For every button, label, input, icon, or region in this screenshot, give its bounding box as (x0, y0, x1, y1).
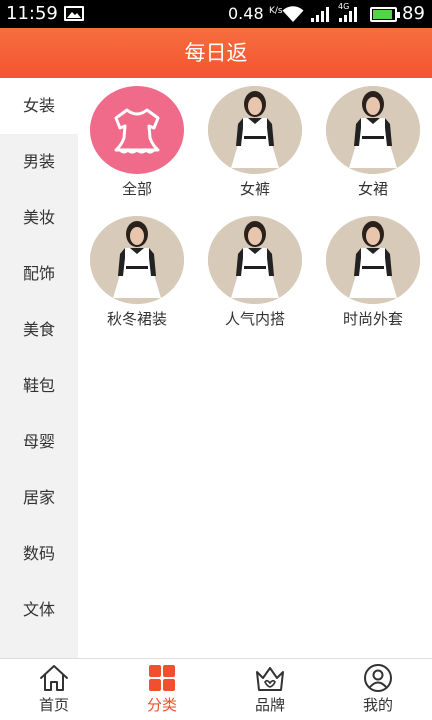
wifi-icon (282, 6, 304, 22)
category-label: 女裙 (357, 180, 388, 198)
network-speed-unit: K/s (269, 6, 283, 16)
signal-icon (339, 7, 357, 22)
model-photo (326, 86, 420, 174)
sidebar-item-shoes-bags[interactable]: 鞋包 (0, 358, 78, 414)
category-sidebar: 女装 男装 美妆 配饰 美食 鞋包 母婴 居家 数码 文体 (0, 78, 78, 658)
category-label: 时尚外套 (342, 310, 403, 328)
image-icon (64, 6, 84, 21)
model-photo (208, 86, 302, 174)
sidebar-item-accessories[interactable]: 配饰 (0, 246, 78, 302)
category-grid: 全部 女裤 女裙 秋冬裙装 人气内搭 时尚外套 (78, 78, 432, 658)
sidebar-item-beauty[interactable]: 美妆 (0, 190, 78, 246)
battery-level (373, 10, 392, 19)
category-label: 全部 (121, 180, 152, 198)
nav-home[interactable]: 首页 (0, 659, 108, 720)
page-title: 每日返 (184, 41, 248, 65)
sidebar-item-baby[interactable]: 母婴 (0, 414, 78, 470)
nav-profile-label: 我的 (362, 696, 393, 714)
category-women-skirts[interactable]: 女裙 (314, 78, 432, 203)
crown-icon (256, 667, 284, 691)
battery-percent: 89 (402, 3, 425, 24)
header: 每日返 (0, 28, 432, 78)
nav-category[interactable]: 分类 (108, 659, 216, 720)
sidebar-item-women[interactable]: 女装 (0, 78, 78, 134)
sidebar-item-food[interactable]: 美食 (0, 302, 78, 358)
category-autumn-winter-dresses[interactable]: 秋冬裙装 (78, 208, 196, 333)
status-time: 11:59 (6, 3, 58, 24)
status-bar: 11:59 0.48 K/s 4G 89 (0, 0, 432, 28)
nav-home-label: 首页 (38, 696, 69, 714)
bottom-nav: 首页 分类 品牌 我的 (0, 658, 432, 720)
category-label: 秋冬裙装 (106, 310, 167, 328)
nav-brand-label: 品牌 (254, 696, 285, 714)
category-women-pants[interactable]: 女裤 (196, 78, 314, 203)
network-speed: 0.48 (228, 4, 264, 23)
user-icon (364, 664, 392, 692)
category-popular-innerwear[interactable]: 人气内搭 (196, 208, 314, 333)
signal-icon (311, 7, 329, 22)
sidebar-item-digital[interactable]: 数码 (0, 526, 78, 582)
sidebar-item-home[interactable]: 居家 (0, 470, 78, 526)
nav-profile[interactable]: 我的 (324, 659, 432, 720)
sidebar-item-sports[interactable]: 文体 (0, 582, 78, 638)
category-label: 女裤 (239, 180, 270, 198)
nav-category-label: 分类 (146, 696, 177, 714)
category-fashion-coats[interactable]: 时尚外套 (314, 208, 432, 333)
model-photo (90, 216, 184, 304)
nav-brand[interactable]: 品牌 (216, 659, 324, 720)
model-photo (326, 216, 420, 304)
battery-icon (370, 7, 400, 22)
model-photo (208, 216, 302, 304)
sidebar-item-men[interactable]: 男装 (0, 134, 78, 190)
grid-icon (149, 665, 175, 691)
dress-icon (90, 86, 184, 174)
home-icon (40, 665, 68, 691)
category-label: 人气内搭 (224, 310, 285, 328)
category-all[interactable]: 全部 (78, 78, 196, 203)
